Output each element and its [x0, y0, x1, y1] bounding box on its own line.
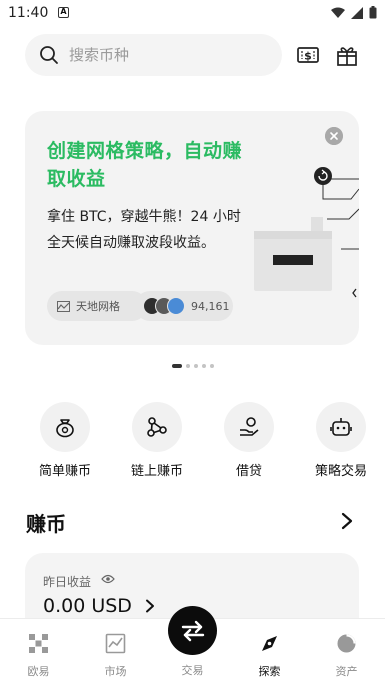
loan-hand-icon	[240, 417, 259, 436]
nav-label: 探索	[258, 665, 281, 678]
pager-dot	[202, 364, 206, 368]
grid-tag-label: 天地网格	[76, 300, 120, 313]
market-chart-icon	[105, 633, 126, 654]
banner-description: 拿住 BTC，穿越牛熊！24 小时全天候自动赚取波段收益。	[47, 209, 241, 251]
robot-icon	[330, 418, 352, 436]
gift-icon[interactable]	[336, 44, 358, 66]
pager-dot	[194, 364, 198, 368]
grid-bot-illustration	[254, 167, 359, 298]
yesterday-earnings-label: 昨日收益	[43, 575, 92, 589]
feature-simple-earn[interactable]: 简单赚币	[30, 402, 100, 479]
chain-nodes-icon	[147, 417, 167, 437]
yesterday-earnings-value: 0.00 USD	[43, 595, 132, 617]
promo-banner[interactable]: 创建网格策略，自动赚取收益 拿住 BTC，穿越牛熊！24 小时全天候自动赚取波段…	[25, 111, 359, 345]
earn-section-title: 赚币	[26, 512, 66, 536]
status-time: 11:40	[8, 5, 49, 21]
nav-label: 欧易	[27, 665, 50, 678]
nav-item-assets[interactable]: 资产	[308, 619, 385, 684]
grid-strategy-tag: 天地网格	[47, 291, 147, 321]
avatar	[167, 297, 185, 315]
nav-item-explore[interactable]: 探索	[231, 619, 308, 684]
chevron-right-icon[interactable]	[145, 599, 155, 613]
assets-pie-icon	[337, 634, 356, 653]
feature-label: 简单赚币	[38, 464, 91, 479]
eye-icon[interactable]	[101, 574, 115, 584]
pager-dot	[186, 364, 190, 368]
nav-label: 市场	[104, 665, 127, 678]
search-bar[interactable]	[25, 34, 282, 76]
trade-swap-icon	[181, 620, 204, 641]
close-icon[interactable]	[325, 127, 343, 145]
nav-label: 资产	[335, 665, 358, 678]
feature-loan[interactable]: 借贷	[214, 402, 284, 479]
pager-dot	[210, 364, 214, 368]
feature-label: 借贷	[235, 464, 262, 479]
money-bag-icon	[56, 419, 74, 438]
chevron-right-icon[interactable]	[340, 512, 354, 530]
signal-icon	[351, 6, 363, 19]
feature-label: 链上赚币	[130, 464, 183, 479]
search-input[interactable]	[69, 46, 259, 64]
search-icon	[40, 46, 58, 64]
user-count: 94,161	[191, 299, 230, 313]
okx-logo-icon	[29, 634, 48, 653]
nav-item-market[interactable]: 市场	[77, 619, 154, 684]
status-bar: 11:40 A	[0, 0, 385, 28]
user-count-pill: 94,161	[135, 291, 233, 321]
trade-button[interactable]	[168, 606, 217, 655]
notification-icon: A	[58, 7, 69, 18]
exchange-rate-icon[interactable]: $	[297, 44, 319, 66]
banner-title: 创建网格策略，自动赚取收益	[47, 140, 243, 190]
avatar-stack	[143, 297, 189, 315]
nav-label-trade: 交易	[181, 664, 204, 677]
pager-dot	[172, 364, 182, 368]
status-icons	[331, 6, 377, 19]
feature-onchain-earn[interactable]: 链上赚币	[122, 402, 192, 479]
compass-icon	[262, 636, 277, 651]
feature-label: 策略交易	[314, 464, 367, 479]
wifi-icon	[331, 7, 345, 18]
svg-text:$: $	[304, 50, 312, 63]
nav-item-okx[interactable]: 欧易	[0, 619, 77, 684]
feature-strategy-trading[interactable]: 策略交易	[306, 402, 376, 479]
banner-pager	[172, 364, 214, 368]
battery-icon	[369, 6, 377, 19]
grid-chart-icon	[57, 300, 70, 312]
